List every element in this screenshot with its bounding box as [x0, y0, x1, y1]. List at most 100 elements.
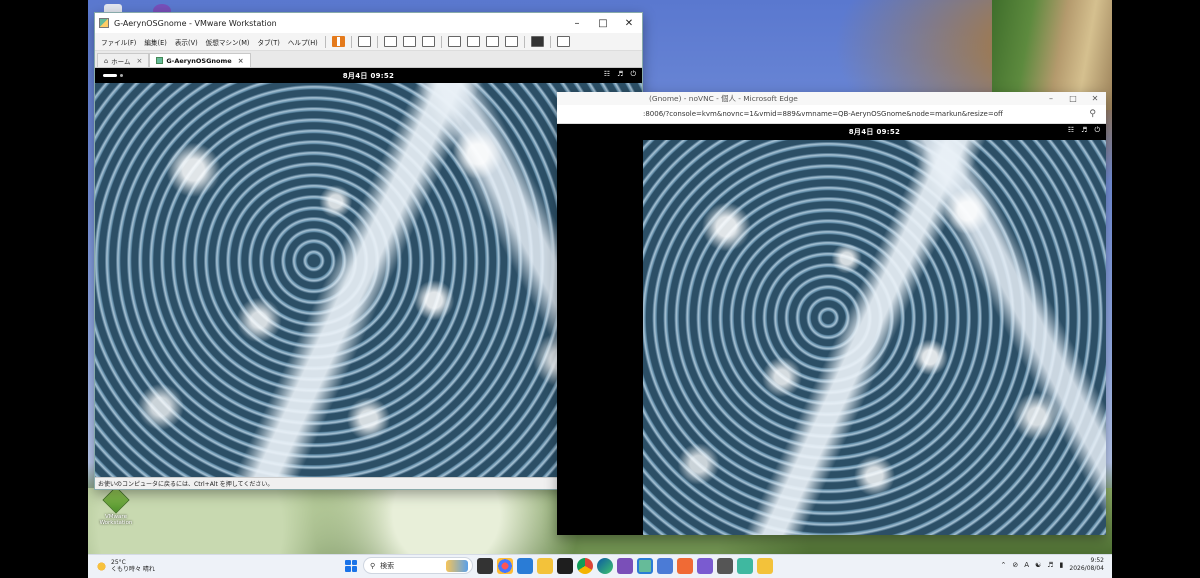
vmware-taskbar-icon[interactable] — [637, 557, 653, 574]
outlook-icon[interactable] — [517, 557, 533, 574]
pause-icon[interactable] — [331, 36, 345, 47]
revert-snapshot-icon[interactable] — [402, 36, 416, 47]
power-icon: ⏻ — [1094, 126, 1100, 134]
windows-taskbar: 25°C くもり時々 晴れ ⚲ 検索 ⌃ ⊘ A ☯ ♬ ▮ 9:52 2026… — [88, 554, 1112, 578]
toolbar-separator — [376, 35, 378, 48]
menu-tab[interactable]: タブ(T) — [253, 37, 283, 47]
terminal-icon[interactable] — [557, 557, 573, 574]
vmware-titlebar[interactable]: G-AerynOSGnome - VMware Workstation – □ … — [95, 13, 642, 33]
release-hint-text: お使いのコンピュータに戻るには、Ctrl+Alt を押してください。 — [98, 481, 274, 488]
menu-file[interactable]: ファイル(F) — [97, 37, 140, 47]
speaker-icon[interactable]: ♬ — [1047, 561, 1053, 569]
file-explorer-icon[interactable] — [537, 557, 553, 574]
clock-time: 9:52 — [1090, 557, 1104, 564]
weather-description: くもり時々 晴れ — [111, 565, 155, 573]
menu-view[interactable]: 表示(V) — [171, 37, 202, 47]
close-icon[interactable]: × — [238, 57, 244, 65]
volume-icon: ♬ — [617, 70, 624, 78]
gnome-system-menu[interactable]: ☷ ♬ ⏻ — [604, 70, 636, 79]
home-icon: ⌂ — [104, 56, 109, 65]
chrome-icon[interactable] — [577, 557, 593, 574]
menu-vm[interactable]: 仮想マシン(M) — [202, 37, 254, 47]
toolbar-separator — [324, 35, 326, 48]
vmware-cube-icon — [102, 486, 130, 514]
edge-icon[interactable] — [597, 557, 613, 574]
tab-home-label: ホーム — [111, 57, 131, 66]
close-icon[interactable]: × — [136, 57, 142, 65]
system-tray: ⌃ ⊘ A ☯ ♬ ▮ 9:52 2026/08/04 — [1000, 557, 1104, 573]
taskbar-clock[interactable]: 9:52 2026/08/04 — [1069, 557, 1104, 573]
power-icon: ⏻ — [630, 70, 636, 78]
menu-help[interactable]: ヘルプ(H) — [284, 37, 322, 47]
gnome-clock[interactable]: 8月4日 09:52 — [849, 127, 900, 137]
visio-icon[interactable] — [657, 557, 673, 574]
toolbar-separator — [523, 35, 525, 48]
tab-home[interactable]: ⌂ ホーム × — [97, 53, 150, 67]
task-view-icon[interactable] — [477, 557, 493, 574]
gnome-clock[interactable]: 8月4日 09:52 — [343, 71, 394, 81]
app-icon[interactable] — [617, 557, 633, 574]
activities-indicator[interactable] — [103, 74, 117, 77]
minimize-button[interactable]: – — [1040, 92, 1062, 105]
ime-indicator[interactable]: A — [1024, 561, 1029, 569]
search-highlight-icon — [446, 559, 468, 572]
search-icon: ⚲ — [370, 561, 376, 570]
weather-widget[interactable]: 25°C くもり時々 晴れ — [88, 559, 198, 574]
stretch-guest-icon[interactable] — [556, 36, 570, 47]
vmware-app-icon — [99, 18, 109, 28]
guest-wallpaper-snow-forest — [643, 140, 1106, 535]
tab-vm-label: G-AerynOSGnome — [166, 56, 232, 65]
menu-edit[interactable]: 編集(E) — [140, 37, 171, 47]
desktop-icon-label: VMware Workstation — [99, 514, 133, 527]
wifi-icon[interactable]: ☯ — [1035, 561, 1041, 569]
copilot-icon[interactable] — [497, 557, 513, 574]
unity-icon[interactable] — [504, 36, 518, 47]
close-button[interactable]: ✕ — [1084, 92, 1106, 105]
console-view-icon[interactable] — [530, 36, 544, 47]
sticky-notes-icon[interactable] — [757, 557, 773, 574]
taskbar-search[interactable]: ⚲ 検索 — [363, 557, 473, 574]
snapshot-icon[interactable] — [383, 36, 397, 47]
snapshot-manager-icon[interactable] — [421, 36, 435, 47]
vmware-menubar: ファイル(F) 編集(E) 表示(V) 仮想マシン(M) タブ(T) ヘルプ(H… — [95, 33, 642, 51]
toolbar-separator — [350, 35, 352, 48]
gnome-system-menu[interactable]: ☷ ♬ ⏻ — [1068, 126, 1100, 135]
edge-titlebar[interactable]: (Gnome) - noVNC - 個人 - Microsoft Edge – … — [557, 92, 1106, 105]
gnome-top-bar: 8月4日 09:52 ☷ ♬ ⏻ — [643, 124, 1106, 140]
volume-icon: ♬ — [1081, 126, 1088, 134]
toolbar-separator — [549, 35, 551, 48]
workspace-dot[interactable] — [120, 74, 123, 77]
minimize-button[interactable]: – — [564, 13, 590, 33]
fullscreen-icon[interactable] — [485, 36, 499, 47]
address-url[interactable]: :8006/?console=kvm&novnc=1&vmid=889&vmna… — [643, 110, 1003, 118]
key-icon[interactable]: ⚲ — [1089, 109, 1096, 119]
send-ctrl-alt-del-icon[interactable] — [357, 36, 371, 47]
clock-date: 2026/08/04 — [1069, 564, 1104, 572]
app-icon[interactable] — [677, 557, 693, 574]
search-placeholder: 検索 — [380, 561, 395, 570]
novnc-canvas[interactable]: 8月4日 09:52 ☷ ♬ ⏻ — [557, 124, 1106, 535]
network-off-icon[interactable]: ⊘ — [1012, 561, 1018, 569]
close-button[interactable]: ✕ — [616, 13, 642, 33]
edge-novnc-window[interactable]: (Gnome) - noVNC - 個人 - Microsoft Edge – … — [557, 92, 1106, 535]
vm-icon — [156, 57, 164, 64]
tab-vm[interactable]: G-AerynOSGnome × — [149, 53, 251, 67]
network-icon: ☷ — [1067, 126, 1075, 134]
address-bar[interactable]: :8006/?console=kvm&novnc=1&vmid=889&vmna… — [557, 105, 1106, 124]
thumbnail-bar-icon[interactable] — [466, 36, 480, 47]
vmware-tabbar: ⌂ ホーム × G-AerynOSGnome × — [95, 51, 642, 68]
maximize-button[interactable]: □ — [590, 13, 616, 33]
chevron-up-icon[interactable]: ⌃ — [1000, 561, 1006, 569]
start-button[interactable] — [343, 558, 359, 574]
battery-icon[interactable]: ▮ — [1060, 561, 1064, 569]
app-icon[interactable] — [717, 557, 733, 574]
library-icon[interactable] — [447, 36, 461, 47]
gnome-top-bar: 8月4日 09:52 ☷ ♬ ⏻ — [95, 68, 642, 83]
screen: VMware Workstation G-AerynOSGnome - VMwa… — [0, 0, 1200, 578]
maximize-button[interactable]: □ — [1062, 92, 1084, 105]
weather-sun-icon — [96, 561, 107, 572]
app-icon[interactable] — [697, 557, 713, 574]
notepad-icon[interactable] — [737, 557, 753, 574]
canvas-offscreen-area — [557, 124, 643, 535]
desktop-icon-vmware[interactable]: VMware Workstation — [96, 486, 136, 527]
